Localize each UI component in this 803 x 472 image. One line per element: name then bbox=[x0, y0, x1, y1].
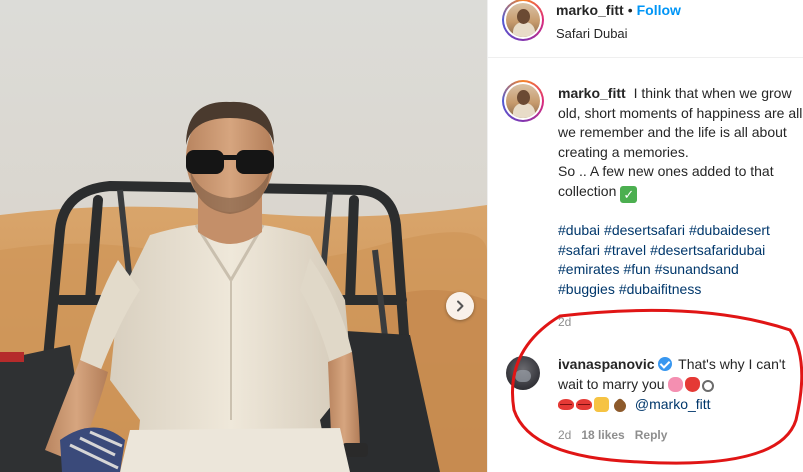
chevron-right-icon bbox=[457, 300, 464, 312]
hashtag-list: #dubai #desertsafari #dubaidesert #safari #… bbox=[558, 221, 803, 299]
post-location[interactable]: Safari Dubai bbox=[556, 26, 681, 41]
post-side-panel: marko_fitt • Follow Safari Dubai marko_fit… bbox=[487, 0, 803, 472]
comment-meta: 2d 18 likes Reply bbox=[558, 428, 677, 442]
hashtag-link[interactable]: #buggies bbox=[558, 281, 615, 297]
separator-dot: • bbox=[627, 2, 633, 18]
hashtag-link[interactable]: #dubai bbox=[558, 222, 600, 238]
post-photo[interactable] bbox=[0, 0, 487, 472]
brown-heart-emoji-icon bbox=[611, 397, 629, 415]
comment-body: ivanaspanovic That's why I can't wait to… bbox=[558, 354, 803, 415]
comment-timestamp[interactable]: 2d bbox=[558, 428, 571, 442]
post-caption: marko_fitt I think that when we grow old… bbox=[558, 84, 803, 203]
hashtag-link[interactable]: #safari bbox=[558, 242, 600, 258]
author-avatar[interactable] bbox=[502, 0, 544, 41]
caption-author-avatar[interactable] bbox=[502, 80, 544, 122]
lips-emoji-icon bbox=[576, 399, 592, 410]
hashtag-link[interactable]: #desertsafaridubai bbox=[650, 242, 765, 258]
caption-text-2: So .. A few new ones added to that colle… bbox=[558, 163, 774, 199]
author-username[interactable]: marko_fitt bbox=[556, 2, 624, 18]
follow-button[interactable]: Follow bbox=[637, 2, 681, 18]
hand-emoji-icon bbox=[594, 397, 609, 412]
caption-username[interactable]: marko_fitt bbox=[558, 85, 626, 101]
post-header: marko_fitt • Follow Safari Dubai bbox=[488, 0, 803, 58]
ring-emoji-icon bbox=[702, 380, 715, 392]
commenter-avatar[interactable] bbox=[506, 356, 540, 390]
brain-emoji-icon bbox=[668, 377, 684, 392]
lips-emoji-icon bbox=[558, 399, 574, 410]
caption-timestamp[interactable]: 2d bbox=[558, 315, 571, 329]
commenter-username[interactable]: ivanaspanovic bbox=[558, 356, 655, 372]
desert-buggy-photo bbox=[0, 0, 487, 472]
hashtag-link[interactable]: #emirates bbox=[558, 261, 619, 277]
hashtag-link[interactable]: #dubaidesert bbox=[689, 222, 770, 238]
hashtag-link[interactable]: #dubaifitness bbox=[619, 281, 702, 297]
hashtag-link[interactable]: #desertsafari bbox=[604, 222, 685, 238]
comment-likes[interactable]: 18 likes bbox=[581, 428, 624, 442]
next-photo-button[interactable] bbox=[446, 292, 474, 320]
verified-badge-icon bbox=[657, 357, 672, 371]
hashtag-link[interactable]: #sunandsand bbox=[655, 261, 739, 277]
hashtag-link[interactable]: #fun bbox=[623, 261, 650, 277]
reply-button[interactable]: Reply bbox=[635, 428, 668, 442]
check-mark-emoji-icon: ✓ bbox=[620, 185, 638, 203]
hashtag-link[interactable]: #travel bbox=[604, 242, 646, 258]
tongue-emoji-icon bbox=[685, 377, 701, 392]
mention-link[interactable]: @marko_fitt bbox=[635, 396, 711, 412]
